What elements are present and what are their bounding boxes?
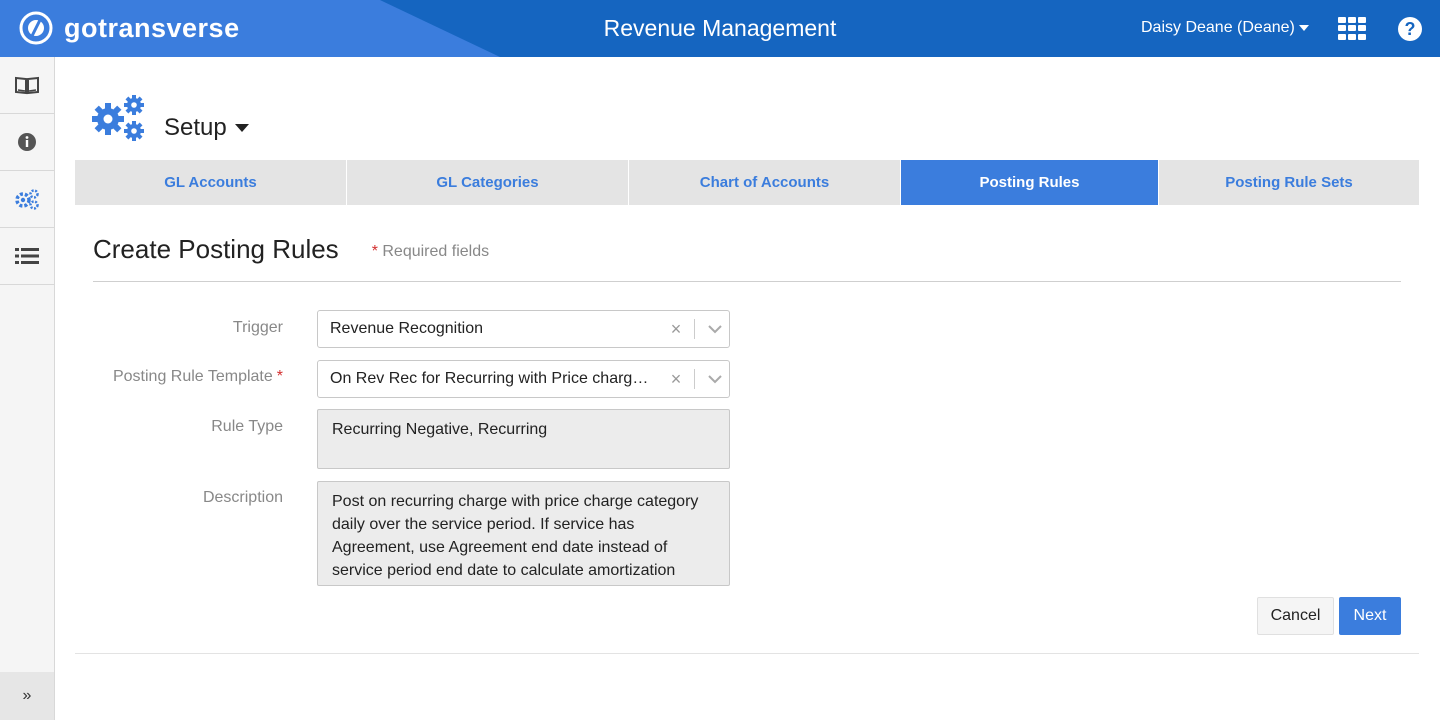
- section-header: Setup: [90, 93, 249, 145]
- required-star: *: [371, 242, 378, 260]
- book-icon: [15, 76, 39, 95]
- tab-chart-of-accounts[interactable]: Chart of Accounts: [629, 160, 901, 205]
- cancel-button[interactable]: Cancel: [1257, 597, 1334, 635]
- tab-posting-rules[interactable]: Posting Rules: [901, 160, 1159, 205]
- template-label-text: Posting Rule Template: [112, 368, 273, 385]
- expand-sidebar-button[interactable]: »: [0, 672, 54, 720]
- divider: [75, 653, 1419, 654]
- brand-name: gotransverse: [64, 12, 240, 43]
- sidebar-item-list[interactable]: [0, 228, 54, 285]
- help-icon[interactable]: ?: [1398, 17, 1422, 41]
- trigger-select[interactable]: Revenue Recognition ×: [317, 310, 730, 348]
- tab-gl-categories[interactable]: GL Categories: [347, 160, 629, 205]
- trigger-label: Trigger: [232, 319, 283, 336]
- gears-icon: [15, 189, 39, 210]
- required-note-text: Required fields: [382, 242, 490, 260]
- sidebar-item-book[interactable]: [0, 57, 54, 114]
- setup-tabs: GL Accounts GL Categories Chart of Accou…: [75, 160, 1419, 205]
- setup-gears-icon: [92, 95, 144, 141]
- select-separator: [694, 369, 695, 389]
- top-header: gotransverse Revenue Management Daisy De…: [0, 0, 1440, 57]
- clear-icon[interactable]: ×: [664, 369, 688, 390]
- setup-dropdown[interactable]: Setup: [164, 114, 249, 145]
- select-separator: [694, 319, 695, 339]
- brand-logo[interactable]: gotransverse: [18, 10, 240, 46]
- description-label: Description: [202, 489, 283, 506]
- sidebar-item-info[interactable]: [0, 114, 54, 171]
- info-icon: [18, 133, 36, 151]
- form-title: Create Posting Rules: [93, 234, 339, 264]
- sidebar-item-setup[interactable]: [0, 171, 54, 228]
- user-name: Daisy Deane (Deane): [1141, 19, 1295, 36]
- user-menu[interactable]: Daisy Deane (Deane): [1141, 19, 1309, 37]
- chevron-down-icon: [1298, 25, 1309, 31]
- clear-icon[interactable]: ×: [664, 319, 688, 340]
- chevron-down-icon[interactable]: [701, 324, 729, 334]
- caret-down-icon: [234, 124, 249, 132]
- required-star: *: [276, 368, 283, 385]
- gotransverse-logo-icon: [19, 11, 53, 45]
- required-fields-note: * Required fields: [372, 243, 489, 261]
- next-button[interactable]: Next: [1339, 597, 1401, 635]
- divider: [93, 281, 1401, 282]
- form-header: Create Posting Rules * Required fields: [93, 234, 489, 265]
- chevron-down-icon[interactable]: [701, 374, 729, 384]
- apps-grid-icon[interactable]: [1338, 17, 1366, 40]
- rule-type-label: Rule Type: [211, 418, 283, 435]
- description-field: Post on recurring charge with price char…: [317, 481, 730, 586]
- template-label: Posting Rule Template *: [113, 368, 283, 386]
- tab-posting-rule-sets[interactable]: Posting Rule Sets: [1159, 160, 1419, 205]
- rule-type-field: Recurring Negative, Recurring: [317, 409, 730, 469]
- trigger-value: Revenue Recognition: [330, 320, 483, 337]
- page-title: Setup: [164, 114, 227, 141]
- template-select[interactable]: On Rev Rec for Recurring with Price char…: [317, 360, 730, 398]
- tab-gl-accounts[interactable]: GL Accounts: [75, 160, 347, 205]
- template-value: On Rev Rec for Recurring with Price char…: [330, 370, 664, 387]
- list-icon: [15, 248, 39, 264]
- left-sidebar: »: [0, 57, 55, 720]
